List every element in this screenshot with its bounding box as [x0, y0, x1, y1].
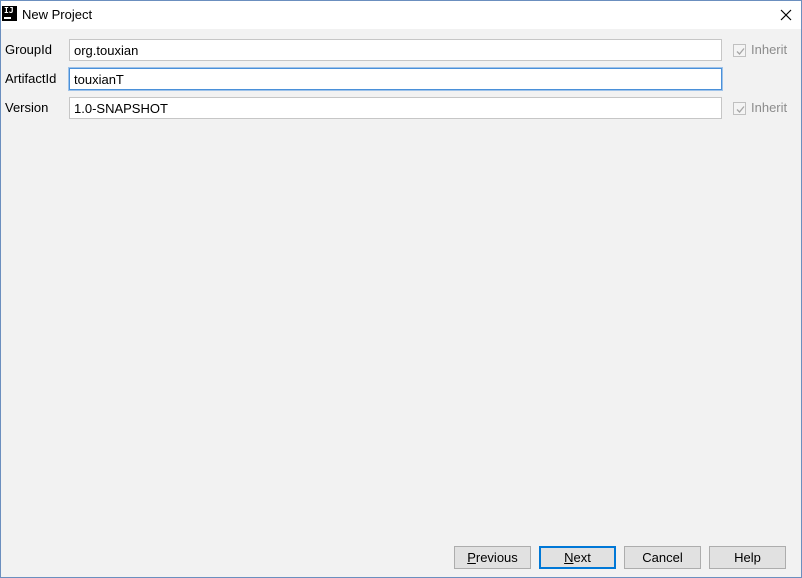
- version-label: Version: [5, 100, 49, 115]
- cancel-button[interactable]: Cancel: [624, 546, 701, 569]
- checkbox-checked-icon: [733, 43, 746, 57]
- groupid-inherit-checkbox[interactable]: Inherit: [733, 42, 787, 58]
- checkbox-checked-icon: [733, 101, 746, 115]
- close-icon: [780, 9, 792, 21]
- groupid-inherit-label: Inherit: [751, 42, 788, 57]
- close-button[interactable]: [771, 1, 801, 29]
- artifactid-row: ArtifactId: [1, 68, 801, 90]
- version-inherit-label: Inherit: [751, 100, 788, 115]
- version-row: Version Inherit: [1, 97, 801, 119]
- help-button[interactable]: Help: [709, 546, 786, 569]
- previous-button[interactable]: Previous: [454, 546, 531, 569]
- groupid-input[interactable]: [69, 39, 722, 61]
- groupid-row: GroupId Inherit: [1, 39, 801, 61]
- version-input[interactable]: [69, 97, 722, 119]
- window-title: New Project: [22, 7, 93, 22]
- new-project-dialog: IJ New Project GroupId Inherit ArtifactI…: [0, 0, 802, 578]
- version-inherit-checkbox[interactable]: Inherit: [733, 100, 787, 116]
- groupid-label: GroupId: [5, 42, 52, 57]
- title-bar: IJ New Project: [1, 1, 801, 29]
- artifactid-input[interactable]: [69, 68, 722, 90]
- artifactid-label: ArtifactId: [5, 71, 57, 86]
- next-button[interactable]: Next: [539, 546, 616, 569]
- intellij-app-icon: IJ: [2, 6, 17, 21]
